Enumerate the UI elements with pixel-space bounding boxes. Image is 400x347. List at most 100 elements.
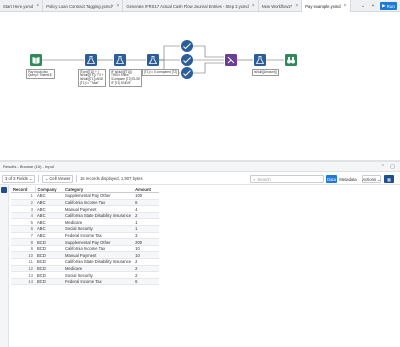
connection-bot-to-join bbox=[193, 62, 224, 74]
cell-company: BCD bbox=[35, 238, 63, 246]
cell-amount: 1 bbox=[133, 225, 160, 233]
table-row[interactable]: 6 ABC Social Security 1 bbox=[11, 225, 160, 233]
tab-label: Pay example.yxmd bbox=[305, 3, 341, 9]
cell-record: 3 bbox=[11, 205, 35, 213]
book-icon bbox=[30, 54, 42, 66]
cell-company: ABC bbox=[35, 205, 63, 213]
grid-view-icon[interactable]: ▦ bbox=[384, 175, 394, 183]
cell-record: 13 bbox=[11, 271, 35, 279]
table-row[interactable]: 1 ABC Supplemental Pay Other 100 bbox=[11, 192, 160, 200]
select-tool-bottom[interactable] bbox=[181, 67, 193, 79]
table-row[interactable]: 12 BCD Medicare 2 bbox=[11, 265, 160, 273]
cell-record: 8 bbox=[11, 238, 35, 246]
close-icon[interactable]: × bbox=[295, 3, 298, 9]
cell-amount: 200 bbox=[133, 238, 160, 246]
column-header-category[interactable]: Category bbox=[63, 186, 134, 194]
connections bbox=[42, 45, 284, 74]
tab-label: Generate IFRS17 Actual Cash Flow Journal… bbox=[126, 3, 249, 9]
cell-record: 4 bbox=[11, 212, 35, 220]
workflow-tab-bar: Start Here.yxmd × Policy Loan Contract Tag… bbox=[0, 0, 400, 12]
browse-tool[interactable] bbox=[285, 54, 297, 66]
tab-dropdown-icon[interactable]: ⌄ bbox=[358, 0, 368, 11]
table-row[interactable]: 14 BCD Federal Income Tax 6 bbox=[11, 278, 160, 286]
metadata-view-button[interactable]: Metadata bbox=[339, 175, 357, 183]
workflow-canvas[interactable]: Pay Input.xlsx Query=`Sheet1$` [Tomt[T1]… bbox=[0, 13, 400, 160]
formula-tool-4[interactable] bbox=[254, 54, 266, 66]
cell-category: Federal Income Tax bbox=[63, 278, 134, 286]
table-row[interactable]: 7 ABC Federal Income Tax 3 bbox=[11, 232, 160, 240]
chevron-down-icon: ⌄ bbox=[28, 176, 33, 181]
actions-button[interactable]: Actions ⌄ bbox=[362, 175, 381, 183]
tab-workflow-2[interactable]: Generate IFRS17 Actual Cash Flow Journal… bbox=[123, 0, 259, 12]
connection-top-to-join bbox=[193, 45, 224, 58]
table-view-icon[interactable] bbox=[1, 187, 7, 193]
cell-company: ABC bbox=[35, 232, 63, 240]
formula-tool-1[interactable] bbox=[85, 54, 97, 66]
results-table: Record Company Category Amount 1 ABC Suppl… bbox=[11, 186, 160, 286]
cell-category: Supplemental Pay Other bbox=[63, 238, 134, 246]
tab-workflow-0[interactable]: Start Here.yxmd × bbox=[0, 0, 44, 12]
cell-record: 6 bbox=[11, 225, 35, 233]
table-row[interactable]: 2 ABC California Income Tax 6 bbox=[11, 199, 160, 207]
table-row[interactable]: 3 ABC Manual Payment 4 bbox=[11, 205, 160, 213]
table-row[interactable]: 10 BCD Manual Payment 10 bbox=[11, 251, 160, 260]
tab-workflow-1[interactable]: Policy Loan Contract Tagging.yxmd* × bbox=[43, 0, 124, 12]
table-row[interactable]: 5 ABC Medicare 1 bbox=[11, 218, 160, 227]
table-row[interactable]: 4 ABC California State Disability Insuranc… bbox=[11, 212, 160, 220]
table-body: 1 ABC Supplemental Pay Other 100 2 ABC Califor… bbox=[11, 192, 160, 286]
run-button[interactable]: ▶ Run bbox=[380, 2, 397, 10]
cell-company: ABC bbox=[35, 212, 63, 220]
select-tool-top[interactable] bbox=[181, 40, 193, 52]
close-icon[interactable]: × bbox=[36, 3, 39, 9]
close-icon[interactable]: × bbox=[252, 3, 255, 9]
cell-record: 12 bbox=[11, 265, 35, 273]
cell-company: BCD bbox=[35, 258, 63, 266]
cell-category: Supplemental Pay Other bbox=[63, 192, 134, 200]
cell-category: Social Security bbox=[63, 225, 134, 233]
union-tool[interactable] bbox=[225, 54, 237, 66]
cell-company: ABC bbox=[35, 199, 63, 207]
table-header-row: Record Company Category Amount bbox=[11, 186, 160, 194]
input-data-tool[interactable] bbox=[30, 54, 42, 66]
union-icon bbox=[225, 54, 237, 66]
column-header-record[interactable]: Record bbox=[11, 186, 36, 194]
flask-icon bbox=[147, 54, 159, 66]
column-header-company[interactable]: Company bbox=[35, 186, 63, 194]
tabs-container: Start Here.yxmd × Policy Loan Contract Tag… bbox=[0, 0, 351, 12]
table-row[interactable]: 9 BCD California Income Tax 10 bbox=[11, 245, 160, 253]
search-input[interactable]: ⌕ Search bbox=[250, 175, 324, 183]
data-view-button[interactable]: Data bbox=[326, 175, 337, 183]
close-icon[interactable]: × bbox=[116, 3, 119, 9]
cell-record: 11 bbox=[11, 258, 35, 266]
input-tool-annotation: Pay Input.xlsx Query=`Sheet1$` bbox=[26, 69, 55, 80]
cell-amount: 2 bbox=[133, 271, 160, 279]
tab-label: Start Here.yxmd bbox=[3, 3, 34, 9]
formula-tool-2[interactable] bbox=[114, 54, 126, 66]
add-tab-icon[interactable]: + bbox=[368, 0, 378, 11]
results-title: Results - Browse (16) - Input bbox=[3, 164, 54, 169]
cell-company: BCD bbox=[35, 251, 63, 260]
flask-icon bbox=[85, 54, 97, 66]
cell-amount: 10 bbox=[133, 245, 160, 253]
cell-amount: 2 bbox=[133, 265, 160, 273]
cell-category: Social Security bbox=[63, 271, 134, 279]
table-row[interactable]: 11 BCD California State Disability Insuran… bbox=[11, 258, 160, 266]
cell-viewer-button[interactable]: ⌄ Cell Viewer bbox=[41, 174, 74, 183]
connection-to-branch-top bbox=[159, 45, 180, 61]
chevron-down-icon: ⌄ bbox=[377, 176, 381, 182]
cell-category: California Income Tax bbox=[63, 245, 134, 253]
cell-amount: 2 bbox=[133, 258, 160, 266]
table-row[interactable]: 13 BCD Social Security 2 bbox=[11, 271, 160, 279]
tab-workflow-4[interactable]: Pay example.yxmd × bbox=[302, 0, 351, 12]
window-controls-icon[interactable]: ⌃ ▢ bbox=[381, 164, 397, 170]
tab-workflow-3[interactable]: New Workflow2* × bbox=[259, 0, 303, 12]
formula-tool-3[interactable] bbox=[147, 54, 159, 66]
select-tool-middle[interactable] bbox=[181, 54, 193, 66]
close-icon[interactable]: × bbox=[344, 3, 347, 9]
cell-amount: 3 bbox=[133, 232, 160, 240]
fields-selector[interactable]: 3 of 3 Fields ⌄ bbox=[2, 174, 36, 183]
cell-record: 7 bbox=[11, 232, 35, 240]
cell-record: 14 bbox=[11, 278, 35, 286]
table-row[interactable]: 8 BCD Supplemental Pay Other 200 bbox=[11, 238, 160, 246]
column-header-amount[interactable]: Amount bbox=[133, 186, 160, 194]
